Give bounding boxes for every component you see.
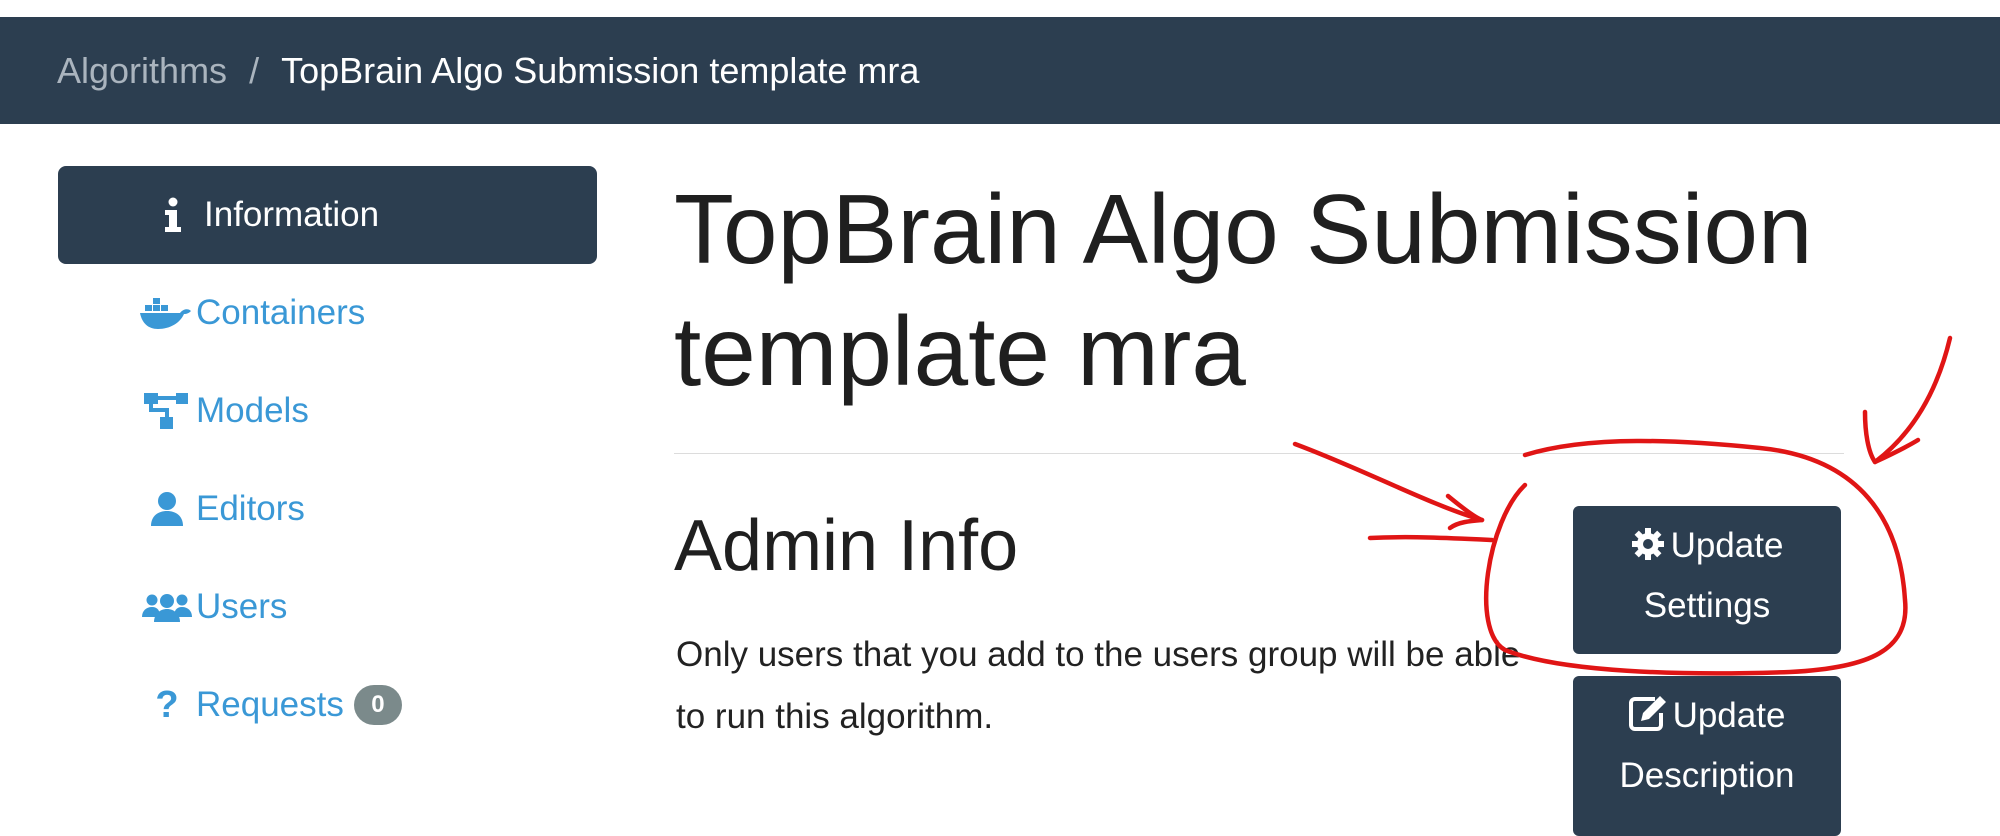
- user-icon: [138, 489, 196, 529]
- page-title: TopBrain Algo Submission template mra: [674, 174, 1813, 406]
- sidebar-item-label: Users: [196, 587, 288, 626]
- users-icon: [138, 587, 196, 627]
- sidebar-item-information[interactable]: Information: [58, 166, 597, 264]
- breadcrumb-algorithms-link[interactable]: Algorithms: [57, 50, 227, 92]
- breadcrumb-separator: /: [249, 49, 260, 91]
- update-description-button[interactable]: Update Description: [1573, 676, 1841, 836]
- breadcrumb-current: TopBrain Algo Submission template mra: [281, 49, 920, 91]
- docker-icon: [138, 293, 196, 333]
- info-icon: [154, 195, 192, 235]
- breadcrumb: Algorithms / TopBrain Algo Submission te…: [57, 17, 919, 124]
- sidebar-item-label: Requests: [196, 685, 344, 724]
- admin-info-description: Only users that you add to the users gro…: [676, 635, 1521, 736]
- sidebar-item-users[interactable]: Users: [58, 558, 597, 656]
- sidebar-item-models[interactable]: Models: [58, 362, 597, 460]
- gear-icon: [1631, 522, 1665, 578]
- sitemap-icon: [138, 391, 196, 431]
- top-navbar: Algorithms / TopBrain Algo Submission te…: [0, 17, 2000, 124]
- divider: [674, 453, 1844, 454]
- sidebar-item-requests[interactable]: ? Requests 0: [58, 656, 597, 754]
- update-settings-button[interactable]: Update Settings: [1573, 506, 1841, 654]
- update-settings-label: Update Settings: [1643, 526, 1784, 625]
- sidebar-item-label: Information: [204, 195, 380, 234]
- admin-info-heading: Admin Info: [674, 506, 1019, 586]
- sidebar-item-label: Editors: [196, 489, 305, 528]
- requests-count-badge: 0: [353, 685, 402, 725]
- question-icon: ?: [155, 683, 179, 726]
- sidebar-item-editors[interactable]: Editors: [58, 460, 597, 558]
- edit-icon: [1628, 692, 1667, 748]
- sidebar-item-label: Models: [196, 391, 309, 430]
- sidebar-item-containers[interactable]: Containers: [58, 264, 597, 362]
- sidebar-item-label: Containers: [196, 293, 366, 332]
